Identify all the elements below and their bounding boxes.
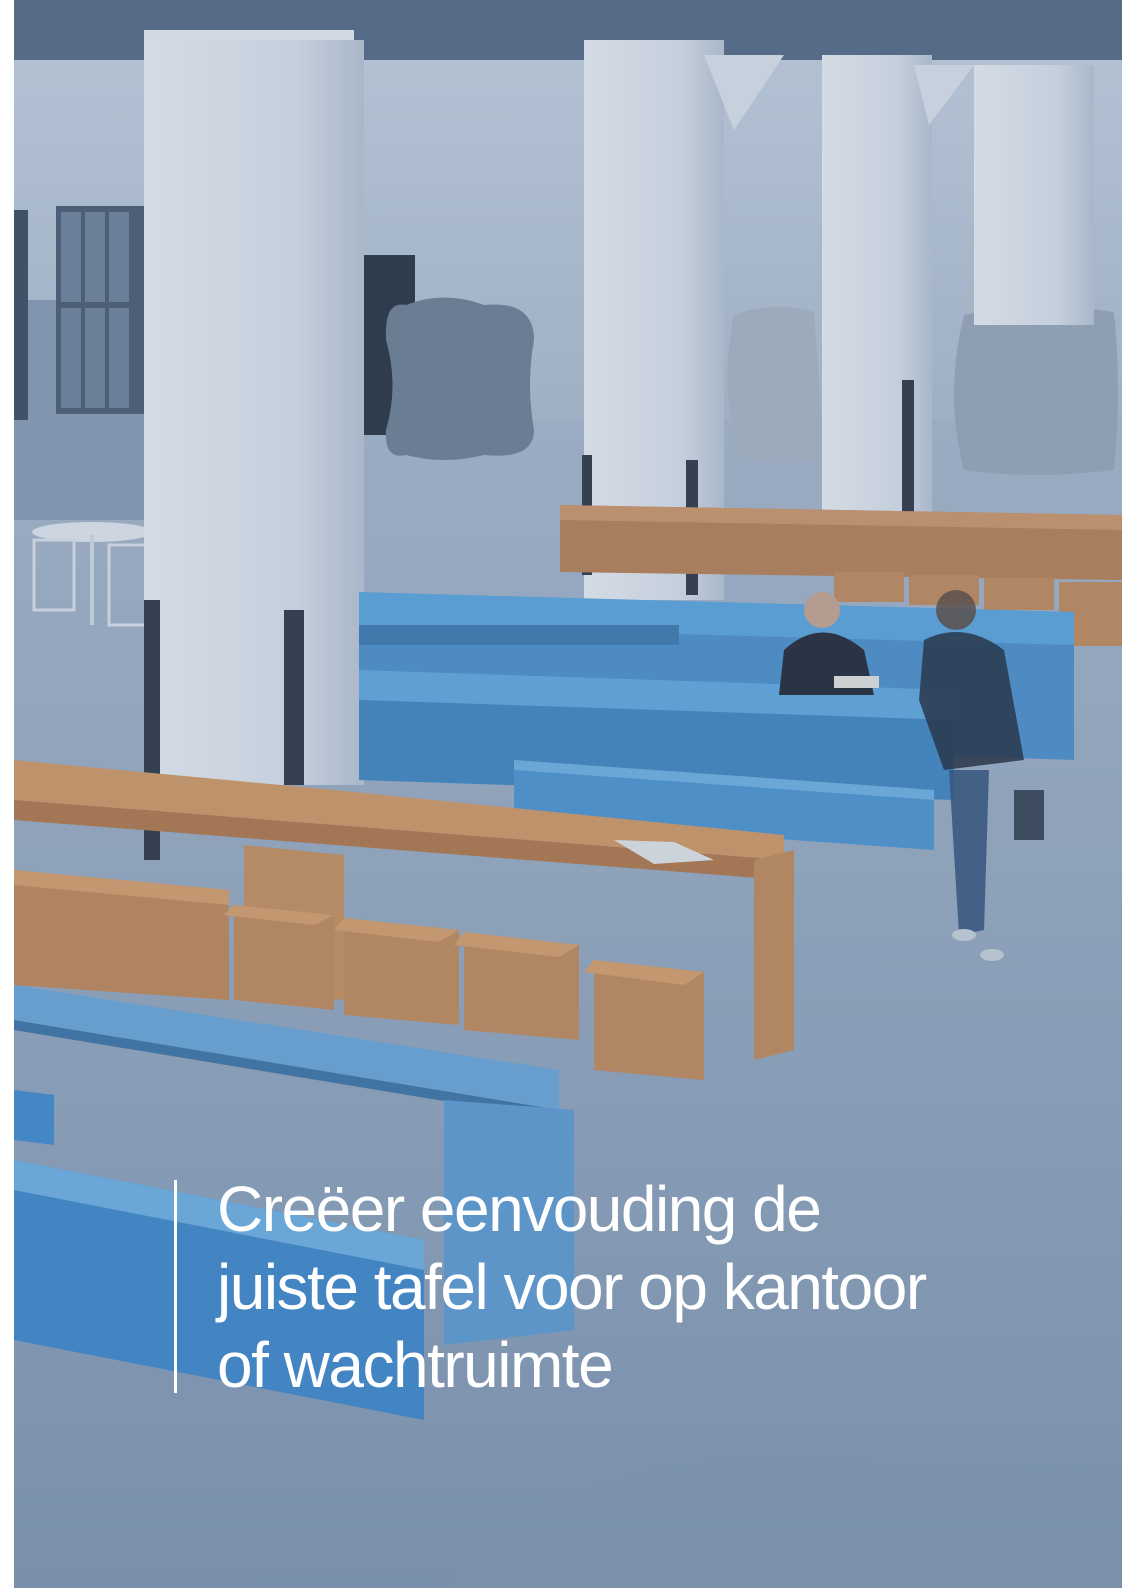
headline: Creëer eenvouding de juiste tafel voor o… [217,1170,1077,1404]
brochure-page: Creëer eenvouding de juiste tafel voor o… [14,0,1122,1588]
headline-line-1: Creëer eenvouding de [217,1173,822,1245]
headline-line-2: juiste tafel voor op kantoor [217,1251,927,1323]
quote-bar [174,1180,177,1393]
headline-line-3: of wachtruimte [217,1329,614,1401]
